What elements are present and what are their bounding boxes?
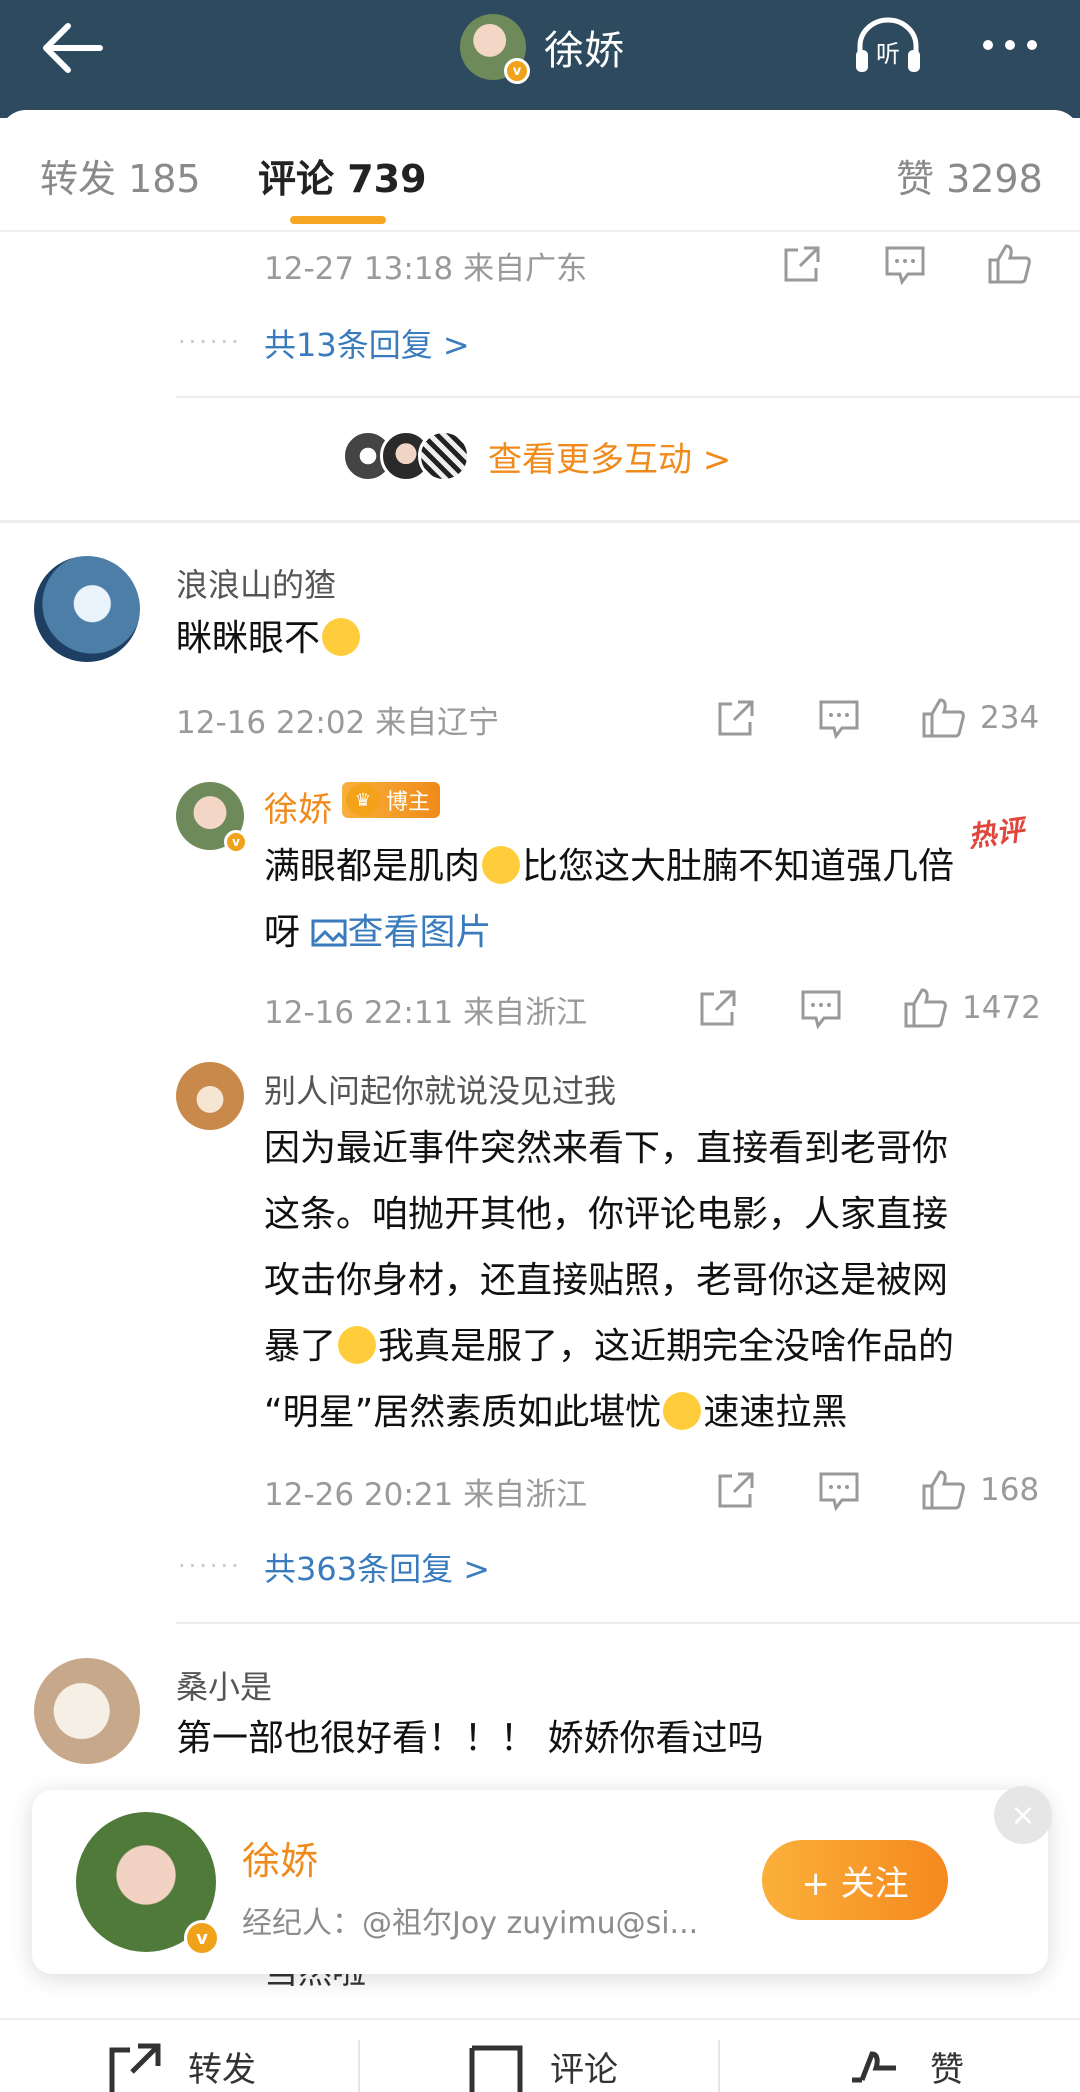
verified-icon: v (504, 58, 530, 84)
comment-username[interactable]: 桑小是 (176, 1662, 272, 1708)
verified-icon: v (224, 830, 248, 854)
share-icon[interactable] (778, 242, 824, 286)
share-icon[interactable] (712, 696, 758, 740)
share-icon[interactable] (694, 986, 740, 1030)
like-icon[interactable] (902, 986, 948, 1030)
more-icon[interactable] (978, 30, 1042, 60)
crown-icon: ♛ (346, 784, 380, 816)
tab-repost[interactable]: 转发 185 (40, 148, 201, 203)
comment-actions: 234 (712, 696, 1039, 740)
more-interactions-link[interactable]: 查看更多互动 > (488, 432, 731, 481)
avatar[interactable]: v (76, 1812, 220, 1956)
divider (176, 1622, 1080, 1624)
reply-username[interactable]: 别人问起你就说没见过我 (264, 1066, 616, 1112)
page-title: 徐娇 (544, 28, 624, 74)
image-icon (311, 919, 347, 947)
smile-emoji-icon (338, 1326, 377, 1364)
comment-meta: 12-16 22:02 来自辽宁 (176, 694, 499, 744)
crying-emoji-icon (482, 846, 521, 884)
like-count: 1472 (962, 990, 1041, 1026)
section-divider (0, 520, 1080, 523)
reply-dots: ······ (178, 1552, 242, 1580)
comment-icon[interactable] (466, 2040, 526, 2092)
reply-time: 12-26 20:21 来自浙江 (264, 1476, 588, 1513)
headphones-icon[interactable]: 听 (852, 16, 924, 76)
avatar[interactable] (34, 556, 140, 662)
view-replies-link[interactable]: 共363条回复 > (264, 1544, 490, 1590)
comment-icon[interactable] (816, 1468, 862, 1512)
divider (718, 2040, 720, 2092)
follow-card-desc: 经纪人：@祖尔Joy zuyimu@si... (242, 1906, 699, 1941)
bottom-action-bar: 转发 评论 赞 (0, 2018, 1080, 2092)
repost-button[interactable]: 转发 (188, 2042, 256, 2091)
avatar (418, 430, 470, 482)
view-replies-link[interactable]: 共13条回复 > (264, 320, 470, 366)
follow-card: v 徐娇 经纪人：@祖尔Joy zuyimu@si... + 关注 × (32, 1786, 1052, 1974)
tab-indicator (290, 216, 386, 224)
comment-text: 眯眯眼不 (176, 606, 362, 672)
like-count: 234 (980, 700, 1040, 736)
comment-username[interactable]: 浪浪山的猹 (176, 560, 336, 606)
view-image-link[interactable]: 查看图片 (311, 912, 491, 953)
divider (358, 2040, 360, 2092)
hot-comment-tag: 热评 (966, 813, 1027, 854)
avatar[interactable] (176, 1062, 244, 1130)
back-arrow-icon[interactable] (38, 18, 108, 78)
reply-time: 12-16 22:11 来自浙江 (264, 994, 588, 1031)
profile-title[interactable]: v 徐娇 (460, 12, 624, 84)
like-icon[interactable] (920, 696, 966, 740)
comment-icon[interactable] (882, 242, 928, 286)
reply-actions: 168 (712, 1468, 1039, 1512)
avatar[interactable] (34, 1658, 140, 1764)
comment-button[interactable]: 评论 (550, 2042, 618, 2091)
like-icon[interactable] (846, 2040, 906, 2092)
laughing-emoji-icon (663, 1392, 702, 1430)
more-interactions[interactable]: 查看更多互动 > (342, 430, 731, 482)
divider (176, 396, 1080, 398)
repost-icon[interactable] (104, 2040, 164, 2092)
comment-time: 12-27 13:18 来自广东 (264, 250, 588, 287)
reply-meta: 12-26 20:21 来自浙江 (264, 1466, 587, 1516)
tab-comments[interactable]: 评论 739 (258, 148, 427, 203)
reply-username[interactable]: 徐娇 (264, 782, 332, 831)
verified-icon: v (184, 1920, 220, 1956)
avatar[interactable]: v (176, 782, 248, 854)
comment-text: 第一部也很好看！！！ 娇娇你看过吗 (176, 1718, 764, 1759)
tab-likes[interactable]: 赞 3298 (896, 148, 1043, 203)
reply-meta: 12-16 22:11 来自浙江 (264, 984, 587, 1034)
close-icon[interactable]: × (994, 1786, 1052, 1844)
like-button[interactable]: 赞 (930, 2042, 964, 2091)
like-icon[interactable] (986, 242, 1032, 286)
top-bar: v 徐娇 听 (0, 0, 1080, 118)
like-count: 168 (980, 1472, 1040, 1508)
follow-card-name[interactable]: 徐娇 (242, 1830, 318, 1885)
laughing-emoji-icon (322, 618, 361, 656)
reply-text: 满眼都是肌肉 比您这大肚腩不知道强几倍 呀 查看图片 (264, 846, 955, 953)
host-badge: ♛ 博主 (342, 782, 441, 818)
svg-text:听: 听 (876, 40, 900, 68)
comment-icon[interactable] (798, 986, 844, 1030)
comment-time: 12-16 22:02 来自辽宁 (176, 704, 500, 741)
avatar[interactable]: v (460, 14, 530, 84)
comment-meta: 12-27 13:18 来自广东 (264, 240, 587, 290)
reply-text: 因为最近事件突然来看下，直接看到老哥你 这条。咱抛开其他，你评论电影，人家直接 … (264, 1128, 955, 1433)
reply-actions: 1472 (694, 986, 1041, 1030)
reply-dots: ······ (178, 328, 242, 356)
comment-actions (778, 242, 1032, 286)
share-icon[interactable] (712, 1468, 758, 1512)
tab-bar: 转发 185 评论 739 赞 3298 (0, 110, 1080, 232)
follow-button[interactable]: + 关注 (762, 1840, 948, 1920)
comment-icon[interactable] (816, 696, 862, 740)
like-icon[interactable] (920, 1468, 966, 1512)
